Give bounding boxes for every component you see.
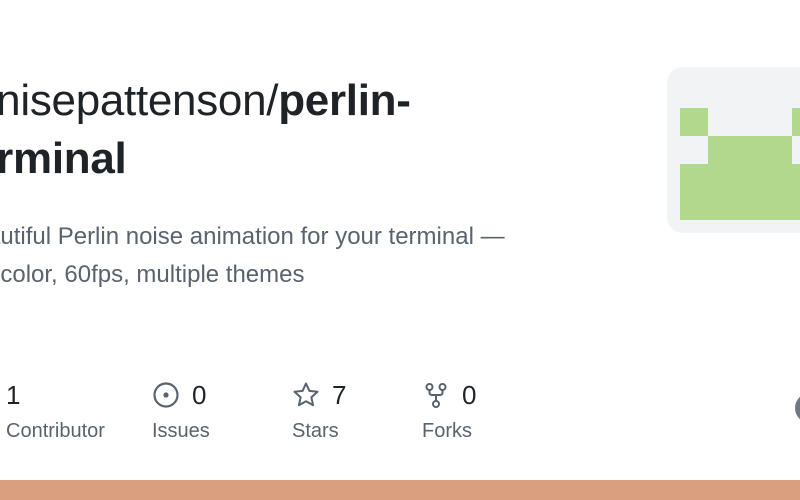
issue-opened-icon [152, 381, 180, 409]
repo-name-part2: erminal [0, 134, 127, 183]
stat-stars[interactable]: 7 Stars [292, 376, 346, 443]
avatar[interactable] [795, 393, 800, 423]
stat-issues[interactable]: 0 Issues [152, 376, 210, 443]
repo-owner[interactable]: enisepattenson [0, 76, 267, 125]
language-color-bar [0, 480, 800, 500]
repo-forked-icon [422, 381, 450, 409]
star-icon [292, 381, 320, 409]
repo-description-line2: ecolor, 60fps, multiple themes [0, 261, 305, 288]
stat-issues-count: 0 [192, 379, 207, 410]
stat-issues-label: Issues [152, 420, 210, 442]
stat-stars-count: 7 [332, 379, 347, 410]
stat-stars-label: Stars [292, 420, 339, 442]
stat-forks-count: 0 [462, 379, 477, 410]
repo-description: autiful Perlin noise animation for your … [0, 218, 627, 294]
identicon [680, 108, 800, 220]
stat-forks[interactable]: 0 Forks [422, 376, 476, 443]
stat-forks-label: Forks [422, 420, 472, 442]
stat-contributors-count: 1 [6, 379, 21, 410]
repo-stats: 1 Contributor 0 Issues 7 Stars 0 Forks [0, 376, 560, 446]
repo-separator: / [266, 76, 279, 125]
owner-avatar[interactable] [667, 67, 800, 233]
stat-contributors[interactable]: 1 Contributor [6, 376, 105, 443]
repo-description-line1: autiful Perlin noise animation for your … [0, 223, 505, 250]
repo-name-part1: perlin- [278, 76, 411, 125]
repo-title: enisepattenson/perlin-erminal [0, 72, 612, 188]
stat-contributors-label: Contributor [6, 420, 105, 442]
